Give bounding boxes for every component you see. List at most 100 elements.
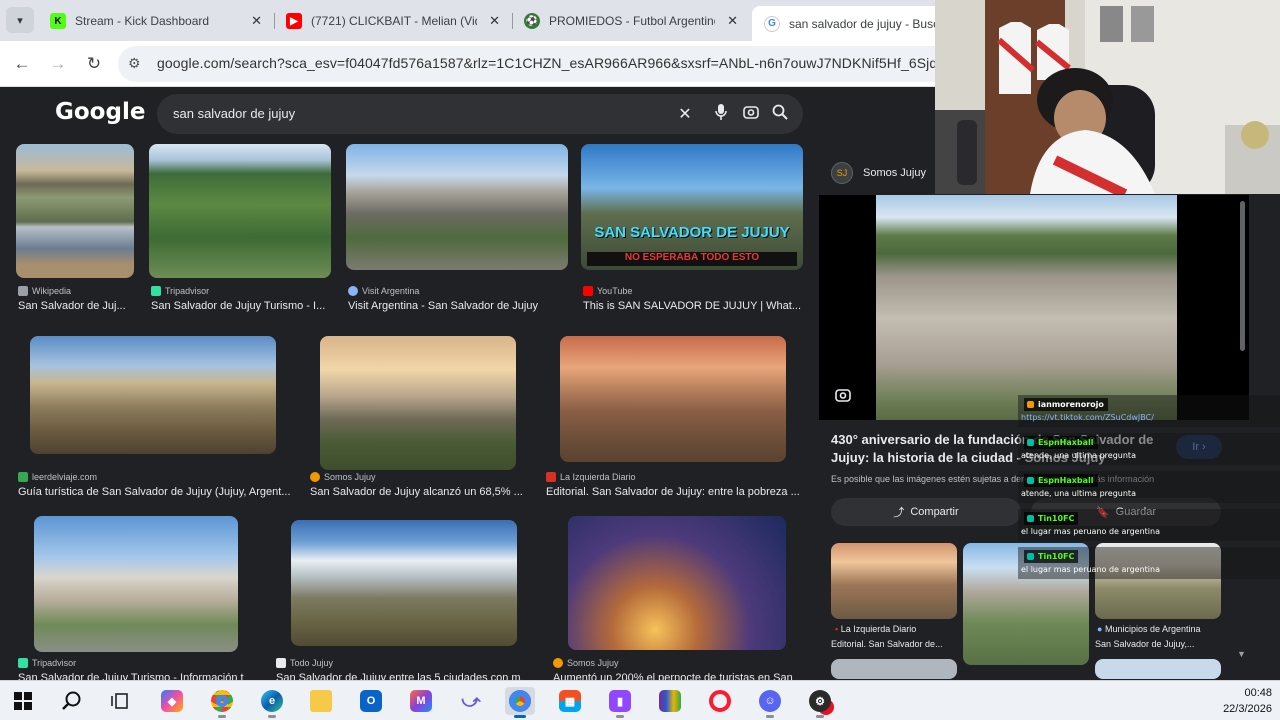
result-title[interactable]: Visit Argentina - San Salvador de Jujuy <box>348 300 570 312</box>
winrar-icon[interactable] <box>655 687 685 715</box>
related-image[interactable] <box>831 543 957 619</box>
image-result[interactable]: La Izquierda Diario Editorial. San Salva… <box>544 336 806 501</box>
panel-source[interactable]: SJ Somos Jujuy <box>831 162 926 184</box>
m365-icon[interactable]: M <box>406 687 436 715</box>
result-title[interactable]: San Salvador de Jujuy Turismo - I... <box>151 300 333 312</box>
result-title[interactable]: San Salvador de Jujuy alcanzó un 68,5% .… <box>310 486 532 498</box>
twitch-icon[interactable]: ▮ <box>605 687 635 718</box>
reload-icon[interactable]: ↻ <box>81 51 107 77</box>
scrollbar-thumb[interactable] <box>1240 201 1245 351</box>
youtube-icon: ▶ <box>286 13 302 29</box>
windows-start-icon[interactable] <box>8 687 38 715</box>
result-image[interactable] <box>149 144 331 278</box>
outlook-icon[interactable]: O <box>356 687 386 715</box>
image-result[interactable]: Wikipedia San Salvador de Juj... <box>16 144 134 314</box>
image-result[interactable]: leerdelviaje.com Guía turística de San S… <box>16 336 296 501</box>
tripadvisor-icon <box>151 286 161 296</box>
chat-text: el lugar mas peruano de argentina <box>1021 527 1160 536</box>
result-image[interactable] <box>568 516 786 650</box>
result-title[interactable]: This is SAN SALVADOR DE JUJUY | What... <box>583 300 805 312</box>
share-button[interactable]: ⤴ Compartir <box>831 498 1021 526</box>
chat-message: Tin10FC el lugar mas peruano de argentin… <box>1018 509 1280 541</box>
related-source: ● Municipios de Argentina <box>1097 624 1201 634</box>
back-arrow-icon[interactable]: ← <box>9 51 35 77</box>
result-image[interactable] <box>16 144 134 278</box>
municipios-icon: ● <box>1097 624 1103 634</box>
lens-icon[interactable] <box>835 387 855 407</box>
edge-icon[interactable]: e <box>257 687 287 718</box>
image-result[interactable]: Somos Jujuy Aumentó un 200% el pernocte … <box>551 516 801 684</box>
soccer-ball-icon: ⚽ <box>524 13 540 29</box>
image-result[interactable]: SAN SALVADOR DE JUJUY NO ESPERABA TODO E… <box>581 144 803 314</box>
search-input[interactable]: san salvador de jujuy <box>173 106 295 121</box>
google-logo[interactable]: Google <box>55 99 145 125</box>
chrome-profile-icon[interactable] <box>505 687 535 718</box>
site-info-icon[interactable]: ⚙ <box>128 55 141 72</box>
tab-label: PROMIEDOS - Futbol Argentino <box>549 14 715 28</box>
tab-label: san salvador de jujuy - Buscar <box>789 16 942 31</box>
la-izquierda-diario-icon <box>546 472 556 482</box>
store-icon[interactable]: ▦ <box>555 687 585 715</box>
result-image[interactable] <box>346 144 568 270</box>
settings-recording-icon[interactable]: ⚙ <box>805 687 835 718</box>
scroll-down-icon[interactable]: ▼ <box>1237 649 1246 659</box>
related-image[interactable] <box>831 659 957 679</box>
url-text[interactable]: google.com/search?sca_esv=f04047fd576a15… <box>157 55 973 71</box>
tab-search-button[interactable]: ▾ <box>6 7 34 33</box>
chrome-icon[interactable] <box>207 687 237 718</box>
result-title[interactable]: Guía turística de San Salvador de Jujuy … <box>18 486 298 498</box>
result-title[interactable]: Editorial. San Salvador de Jujuy: entre … <box>546 486 808 498</box>
image-result[interactable]: Visit Argentina Visit Argentina - San Sa… <box>346 144 568 314</box>
related-title[interactable]: Editorial. San Salvador de... <box>831 639 943 649</box>
lens-icon[interactable] <box>741 104 761 124</box>
clear-icon[interactable]: ✕ <box>675 104 695 124</box>
webcam-feed <box>935 0 1280 194</box>
clock-date: 22/3/2026 <box>1223 703 1272 715</box>
result-image[interactable] <box>34 516 238 652</box>
chat-username: EspnHaxball <box>1024 436 1098 449</box>
somos-jujuy-icon: SJ <box>831 162 853 184</box>
close-icon[interactable]: ✕ <box>727 13 738 29</box>
image-result[interactable]: Tripadvisor San Salvador de Jujuy Turism… <box>149 144 331 314</box>
close-icon[interactable]: ✕ <box>489 13 500 29</box>
result-title[interactable]: San Salvador de Juj... <box>18 300 136 312</box>
image-result[interactable]: Tripadvisor San Salvador de Jujuy Turism… <box>16 516 244 684</box>
tab-youtube[interactable]: ▶ (7721) CLICKBAIT - Melian (Video ✕ <box>274 6 512 36</box>
result-image[interactable] <box>30 336 276 454</box>
opera-gx-icon[interactable] <box>705 687 735 715</box>
result-image[interactable] <box>560 336 786 462</box>
forward-arrow-icon[interactable]: → <box>45 51 71 77</box>
related-image[interactable] <box>1095 659 1221 679</box>
system-clock[interactable]: 00:48 22/3/2026 <box>1223 685 1272 717</box>
thumbnail-overlay-text: NO ESPERABA TODO ESTO <box>587 252 797 266</box>
result-image[interactable]: SAN SALVADOR DE JUJUY NO ESPERABA TODO E… <box>581 144 803 270</box>
tab-kick[interactable]: K Stream - Kick Dashboard ✕ <box>38 6 274 36</box>
preview-image[interactable] <box>876 195 1177 420</box>
leerdelviaje-icon <box>18 472 28 482</box>
discord-icon[interactable]: ☺ <box>755 687 785 718</box>
result-source: Wikipedia <box>18 286 71 296</box>
chat-username: EspnHaxball <box>1024 474 1098 487</box>
image-result[interactable]: Todo Jujuy San Salvador de Jujuy entre l… <box>274 516 522 684</box>
obs-icon[interactable]: ⤻ <box>456 687 486 715</box>
result-image[interactable] <box>320 336 516 470</box>
chat-text: https://vt.tiktok.com/ZSuCdwJBC/ <box>1021 413 1154 422</box>
related-title[interactable]: San Salvador de Jujuy,... <box>1095 639 1194 649</box>
image-result[interactable]: Somos Jujuy San Salvador de Jujuy alcanz… <box>308 336 530 501</box>
chat-username: Tin10FC <box>1024 550 1079 563</box>
search-icon[interactable] <box>57 687 87 715</box>
close-icon[interactable]: ✕ <box>251 13 262 29</box>
tab-label: Stream - Kick Dashboard <box>75 14 210 28</box>
windows-taskbar: ◆ e O M ⤻ ▦ ▮ ☺ ⚙ 00:48 22/3/2026 <box>0 680 1280 720</box>
result-image[interactable] <box>291 520 517 646</box>
copilot-icon[interactable]: ◆ <box>157 687 187 715</box>
preview-image-container[interactable] <box>819 195 1249 420</box>
file-explorer-icon[interactable] <box>306 687 336 715</box>
search-box[interactable]: san salvador de jujuy ✕ <box>157 94 803 134</box>
search-icon[interactable] <box>770 104 790 124</box>
microphone-icon[interactable] <box>711 104 731 124</box>
task-view-icon[interactable] <box>105 687 135 715</box>
tab-google-search[interactable]: G san salvador de jujuy - Buscar <box>752 6 942 41</box>
tab-promiedos[interactable]: ⚽ PROMIEDOS - Futbol Argentino ✕ <box>512 6 750 36</box>
somos-jujuy-icon <box>310 472 320 482</box>
